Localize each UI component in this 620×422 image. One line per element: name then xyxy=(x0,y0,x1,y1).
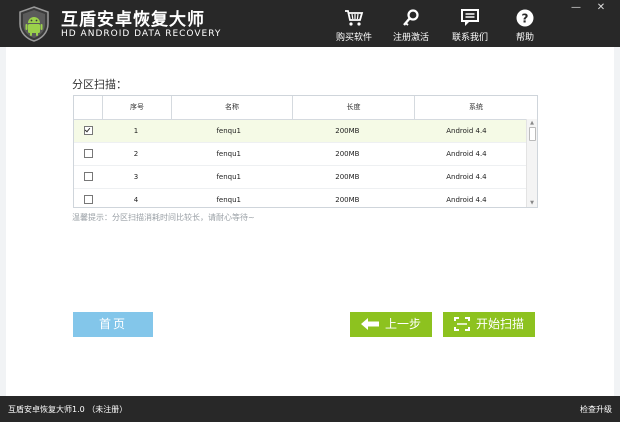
table-scrollbar[interactable]: ▲ ▼ xyxy=(526,119,537,207)
table-row[interactable]: 2 fenqu1 200MB Android 4.4 xyxy=(74,143,526,166)
start-scan-label: 开始扫描 xyxy=(475,317,524,331)
row-checkbox[interactable] xyxy=(83,149,93,158)
start-scan-button[interactable]: 开始扫描 xyxy=(443,312,535,337)
partition-table: 序号 名称 长度 系统 1 fenqu1 200MB Android 4.4 2… xyxy=(73,95,538,208)
row-system: Android 4.4 xyxy=(446,150,487,158)
status-bar: 互盾安卓恢复大师1.0 （未注册） 检查升级 xyxy=(0,396,620,422)
row-size: 200MB xyxy=(335,173,360,181)
row-system: Android 4.4 xyxy=(446,196,487,204)
row-size: 200MB xyxy=(335,127,360,135)
table-row[interactable]: 4 fenqu1 200MB Android 4.4 xyxy=(74,189,526,207)
android-shield-logo-icon xyxy=(19,6,49,42)
arrow-left-icon xyxy=(360,317,379,330)
row-index: 2 xyxy=(133,150,139,158)
row-index: 4 xyxy=(133,196,139,204)
contact-us-label: 联系我们 xyxy=(451,33,488,43)
scroll-thumb[interactable] xyxy=(529,127,536,141)
app-title: 互盾安卓恢复大师 xyxy=(61,10,205,30)
title-bar: 互盾安卓恢复大师 HD ANDROID DATA RECOVERY 购买软件 注… xyxy=(0,0,620,47)
row-name: fenqu1 xyxy=(216,127,241,135)
register-label: 注册激活 xyxy=(392,33,429,43)
row-name: fenqu1 xyxy=(216,150,241,158)
minimize-button[interactable]: — xyxy=(568,2,584,14)
buy-software-label: 购买软件 xyxy=(335,33,372,43)
scan-frame-icon xyxy=(453,316,470,331)
home-button[interactable]: 首页 xyxy=(73,312,153,337)
header-system: 系统 xyxy=(469,103,483,111)
header-size: 长度 xyxy=(293,96,415,119)
shopping-cart-icon xyxy=(345,10,364,26)
previous-step-label: 上一步 xyxy=(384,317,421,331)
row-checkbox[interactable] xyxy=(83,195,93,204)
close-button[interactable]: ✕ xyxy=(593,2,609,14)
header-name: 名称 xyxy=(172,96,293,119)
home-button-label: 首页 xyxy=(98,317,127,331)
table-row[interactable]: 1 fenqu1 200MB Android 4.4 xyxy=(74,120,526,143)
table-header: 序号 名称 长度 系统 xyxy=(74,96,537,120)
version-status: 互盾安卓恢复大师1.0 （未注册） xyxy=(8,405,128,414)
check-update-link[interactable]: 检查升级 xyxy=(580,404,612,415)
key-icon xyxy=(403,9,419,26)
row-size: 200MB xyxy=(335,150,360,158)
help-question-icon: ? xyxy=(516,9,534,27)
scroll-up-arrow-icon[interactable]: ▲ xyxy=(527,119,537,127)
help-button[interactable]: ? 帮助 xyxy=(501,9,549,43)
row-checkbox[interactable] xyxy=(83,172,93,181)
table-row[interactable]: 3 fenqu1 200MB Android 4.4 xyxy=(74,166,526,189)
row-index: 1 xyxy=(133,127,139,135)
row-system: Android 4.4 xyxy=(446,173,487,181)
header-index: 序号 xyxy=(103,96,172,119)
scroll-down-arrow-icon[interactable]: ▼ xyxy=(527,199,537,207)
chat-bubble-icon xyxy=(461,9,479,26)
svg-text:?: ? xyxy=(522,12,529,26)
previous-step-button[interactable]: 上一步 xyxy=(350,312,432,337)
app-window: 互盾安卓恢复大师 HD ANDROID DATA RECOVERY 购买软件 注… xyxy=(0,0,620,422)
hint-text: 温馨提示：分区扫描消耗时间比较长，请耐心等待~ xyxy=(72,213,255,222)
buy-software-button[interactable]: 购买软件 xyxy=(330,9,378,43)
row-system: Android 4.4 xyxy=(446,127,487,135)
row-checkbox[interactable] xyxy=(83,126,93,135)
section-title: 分区扫描： xyxy=(72,78,127,91)
row-name: fenqu1 xyxy=(216,173,241,181)
register-button[interactable]: 注册激活 xyxy=(387,9,435,43)
row-index: 3 xyxy=(133,173,139,181)
contact-us-button[interactable]: 联系我们 xyxy=(446,9,494,43)
header-checkbox-col xyxy=(74,96,103,119)
help-label: 帮助 xyxy=(515,33,534,43)
row-size: 200MB xyxy=(335,196,360,204)
row-name: fenqu1 xyxy=(216,196,241,204)
app-subtitle: HD ANDROID DATA RECOVERY xyxy=(61,29,222,39)
